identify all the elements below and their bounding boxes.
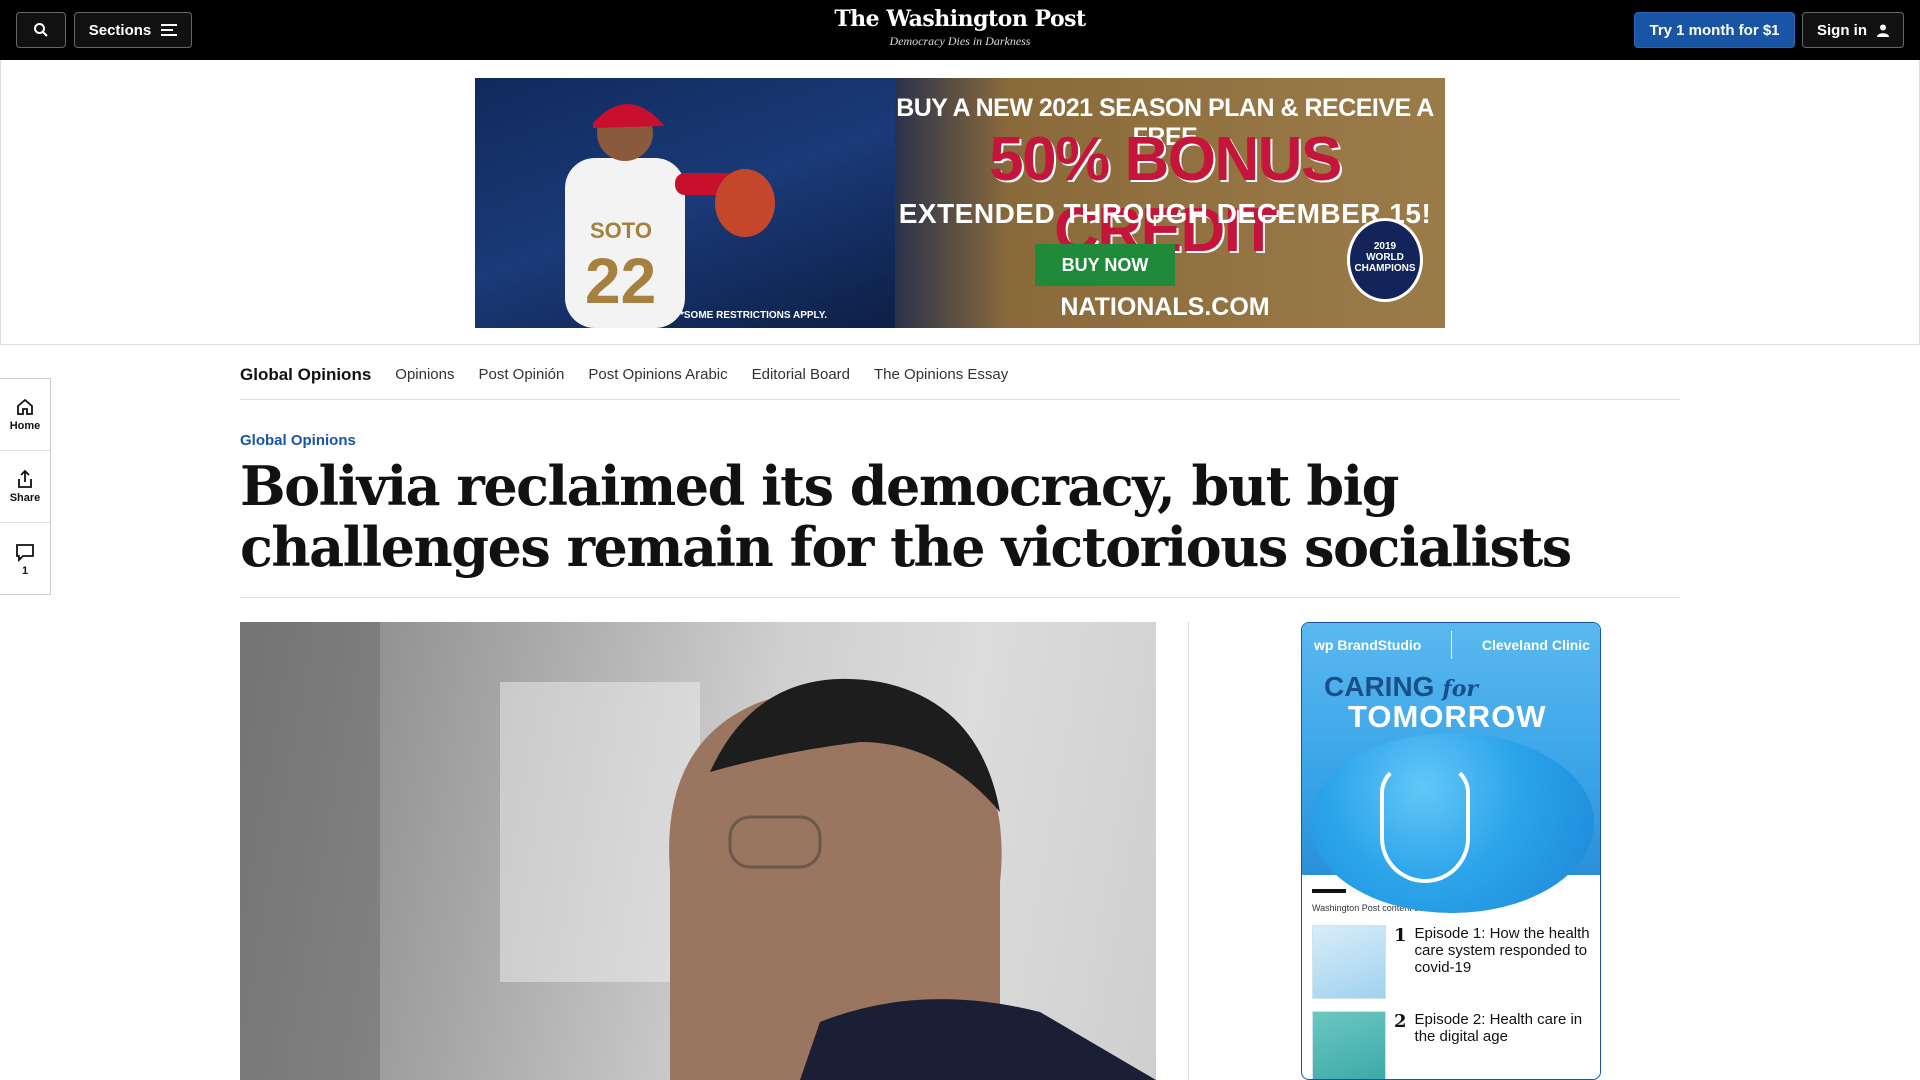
- sections-label: Sections: [88, 21, 152, 39]
- subscribe-trial-button[interactable]: Try 1 month for $1: [1634, 12, 1795, 48]
- sponsored-item-thumbnail[interactable]: [1312, 925, 1386, 999]
- hamburger-menu-icon: [161, 24, 178, 36]
- sponsored-item-title[interactable]: Episode 2: Health care in the digital ag…: [1415, 1011, 1590, 1079]
- subnav-brand-global-opinions[interactable]: Global Opinions: [240, 365, 371, 385]
- jersey-number: 22: [585, 245, 656, 317]
- article-lead-photo: [240, 622, 1156, 1080]
- site-tagline: Democracy Dies in Darkness: [889, 34, 1031, 48]
- sponsored-title-word1: CARING: [1324, 671, 1435, 702]
- sign-in-button[interactable]: Sign in: [1802, 12, 1904, 48]
- comment-icon: [16, 543, 34, 562]
- jersey-name: SOTO: [590, 218, 652, 243]
- ad-restrictions-note: *SOME RESTRICTIONS APPLY.: [680, 310, 828, 321]
- badge-year: 2019: [1373, 241, 1397, 252]
- ad-site-url: NATIONALS.COM: [1060, 293, 1270, 321]
- user-icon: [1877, 24, 1889, 37]
- rail-home-button[interactable]: Home: [0, 379, 50, 451]
- sponsored-accent-bar: [1312, 889, 1346, 893]
- advertisement-banner[interactable]: SOTO 22 BUY A NEW 2021 SEASON PLAN & REC…: [475, 78, 1445, 328]
- article-headline: Bolivia reclaimed its democracy, but big…: [240, 454, 1572, 579]
- home-icon: [17, 398, 33, 415]
- ad-subheadline: EXTENDED THROUGH DECEMBER 15!: [898, 198, 1432, 229]
- subnav-link-post-opinions-arabic[interactable]: Post Opinions Arabic: [588, 366, 727, 383]
- sponsored-item-title[interactable]: Episode 1: How the health care system re…: [1415, 925, 1590, 999]
- sections-button[interactable]: Sections: [74, 12, 192, 48]
- subnav-link-opinions-essay[interactable]: The Opinions Essay: [874, 366, 1008, 383]
- globe-stethoscope-illustration: [1310, 733, 1594, 913]
- sponsored-item-thumbnail[interactable]: [1312, 1011, 1386, 1079]
- left-action-rail: Home Share 1: [0, 378, 51, 595]
- search-icon: [34, 23, 48, 37]
- rail-home-label: Home: [9, 420, 41, 432]
- sponsor-brands: wp BrandStudio Cleveland Clinic: [1314, 631, 1590, 659]
- world-champions-badge: 2019 WORLD CHAMPIONS: [1347, 218, 1423, 302]
- sponsored-item[interactable]: 1 Episode 1: How the health care system …: [1312, 925, 1590, 999]
- sponsored-item[interactable]: 2 Episode 2: Health care in the digital …: [1312, 1011, 1590, 1079]
- sponsored-title-line2: TOMORROW: [1348, 699, 1547, 734]
- portrait-image: [240, 622, 1156, 1080]
- ad-buy-now-button[interactable]: BUY NOW: [1035, 244, 1175, 286]
- brand-divider: [1451, 631, 1453, 659]
- rail-comments-button[interactable]: 1: [0, 523, 50, 595]
- article-kicker[interactable]: Global Opinions: [240, 432, 356, 449]
- badge-line1: WORLD: [1366, 252, 1404, 263]
- sponsored-content-module[interactable]: wp BrandStudio Cleveland Clinic CARING f…: [1301, 622, 1601, 1080]
- badge-line2: CHAMPIONS: [1354, 263, 1416, 274]
- stethoscope-icon: [1380, 763, 1470, 883]
- site-logo[interactable]: The Washington Post: [760, 6, 1160, 32]
- rail-share-label: Share: [9, 492, 41, 504]
- brandstudio-logo: wp BrandStudio: [1314, 637, 1422, 653]
- sponsored-item-number: 1: [1394, 925, 1407, 946]
- subnav-link-editorial-board[interactable]: Editorial Board: [752, 366, 850, 383]
- top-navigation-bar: Sections The Washington Post Democracy D…: [0, 0, 1920, 60]
- headline-divider: [240, 597, 1680, 598]
- subnav-link-post-opinion[interactable]: Post Opinión: [478, 366, 564, 383]
- section-subnav: Global Opinions Opinions Post Opinión Po…: [240, 350, 1680, 400]
- cleveland-clinic-logo: Cleveland Clinic: [1481, 637, 1590, 653]
- rail-share-button[interactable]: Share: [0, 451, 50, 523]
- share-icon: [18, 469, 32, 488]
- rail-comments-count: 1: [21, 564, 29, 577]
- sponsored-item-number: 2: [1394, 1011, 1407, 1032]
- search-button[interactable]: [16, 12, 66, 48]
- sponsored-hero: wp BrandStudio Cleveland Clinic CARING f…: [1302, 623, 1600, 913]
- column-divider: [1188, 622, 1189, 1080]
- sign-in-label: Sign in: [1817, 21, 1867, 39]
- baseball-player-image: SOTO 22: [565, 104, 775, 328]
- masthead[interactable]: The Washington Post Democracy Dies in Da…: [760, 6, 1160, 49]
- subnav-link-opinions[interactable]: Opinions: [395, 366, 454, 383]
